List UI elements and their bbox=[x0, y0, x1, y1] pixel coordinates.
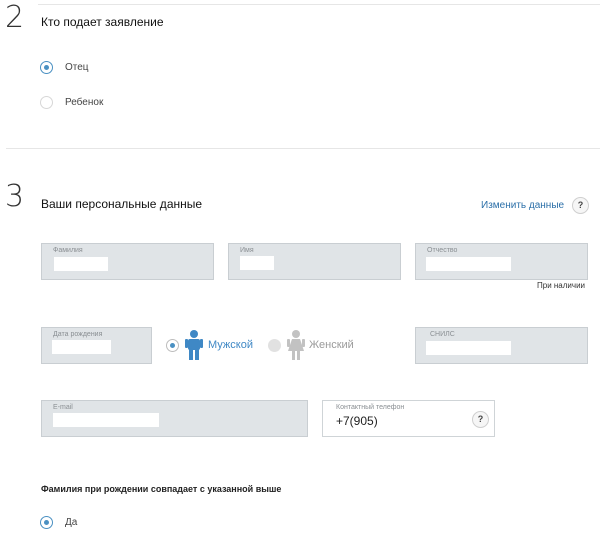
snils-field[interactable]: СНИЛС bbox=[415, 327, 588, 364]
email-label: E-mail bbox=[53, 404, 73, 411]
phone-help-icon[interactable]: ? bbox=[472, 411, 489, 428]
step-number-3: 3 bbox=[5, 179, 25, 214]
birthdate-value bbox=[52, 340, 111, 354]
birthdate-label: Дата рождения bbox=[53, 331, 103, 338]
phone-label: Контактный телефон bbox=[336, 404, 405, 411]
maiden-name-yes-radio[interactable] bbox=[40, 516, 53, 529]
email-value bbox=[53, 413, 159, 427]
male-person-icon bbox=[185, 330, 203, 360]
patronymic-value bbox=[426, 257, 511, 271]
gender-female-radio[interactable] bbox=[268, 339, 281, 352]
female-person-icon bbox=[287, 330, 305, 360]
surname-label: Фамилия bbox=[53, 247, 83, 254]
maiden-name-yes-label[interactable]: Да bbox=[65, 517, 77, 528]
gender-female-label[interactable]: Женский bbox=[309, 339, 354, 351]
radio-father[interactable] bbox=[40, 61, 53, 74]
radio-child-label[interactable]: Ребенок bbox=[65, 97, 103, 108]
surname-field[interactable]: Фамилия bbox=[41, 243, 214, 280]
name-label: Имя bbox=[240, 247, 254, 254]
change-data-link[interactable]: Изменить данные bbox=[481, 200, 564, 211]
patronymic-label: Отчество bbox=[427, 247, 458, 254]
email-field[interactable]: E-mail bbox=[41, 400, 308, 437]
snils-value bbox=[426, 341, 511, 355]
section-title-applicant: Кто подает заявление bbox=[41, 15, 164, 29]
patronymic-note: При наличии bbox=[537, 281, 585, 290]
maiden-name-title: Фамилия при рождении совпадает с указанн… bbox=[41, 484, 282, 494]
phone-value[interactable]: +7(905) bbox=[336, 414, 378, 428]
top-divider bbox=[38, 4, 600, 5]
surname-value bbox=[54, 257, 108, 271]
radio-father-label[interactable]: Отец bbox=[65, 62, 89, 73]
change-data-help-icon[interactable]: ? bbox=[572, 197, 589, 214]
snils-label: СНИЛС bbox=[430, 331, 455, 338]
section-divider bbox=[6, 148, 600, 149]
name-value bbox=[240, 256, 274, 270]
step-number-2: 2 bbox=[5, 0, 25, 35]
birthdate-field[interactable]: Дата рождения bbox=[41, 327, 152, 364]
radio-child[interactable] bbox=[40, 96, 53, 109]
gender-male-label[interactable]: Мужской bbox=[208, 339, 253, 351]
phone-field[interactable]: Контактный телефон +7(905) ? bbox=[322, 400, 495, 437]
patronymic-field[interactable]: Отчество bbox=[415, 243, 588, 280]
gender-male-radio[interactable] bbox=[166, 339, 179, 352]
section-title-personal-data: Ваши персональные данные bbox=[41, 197, 203, 211]
name-field[interactable]: Имя bbox=[228, 243, 401, 280]
